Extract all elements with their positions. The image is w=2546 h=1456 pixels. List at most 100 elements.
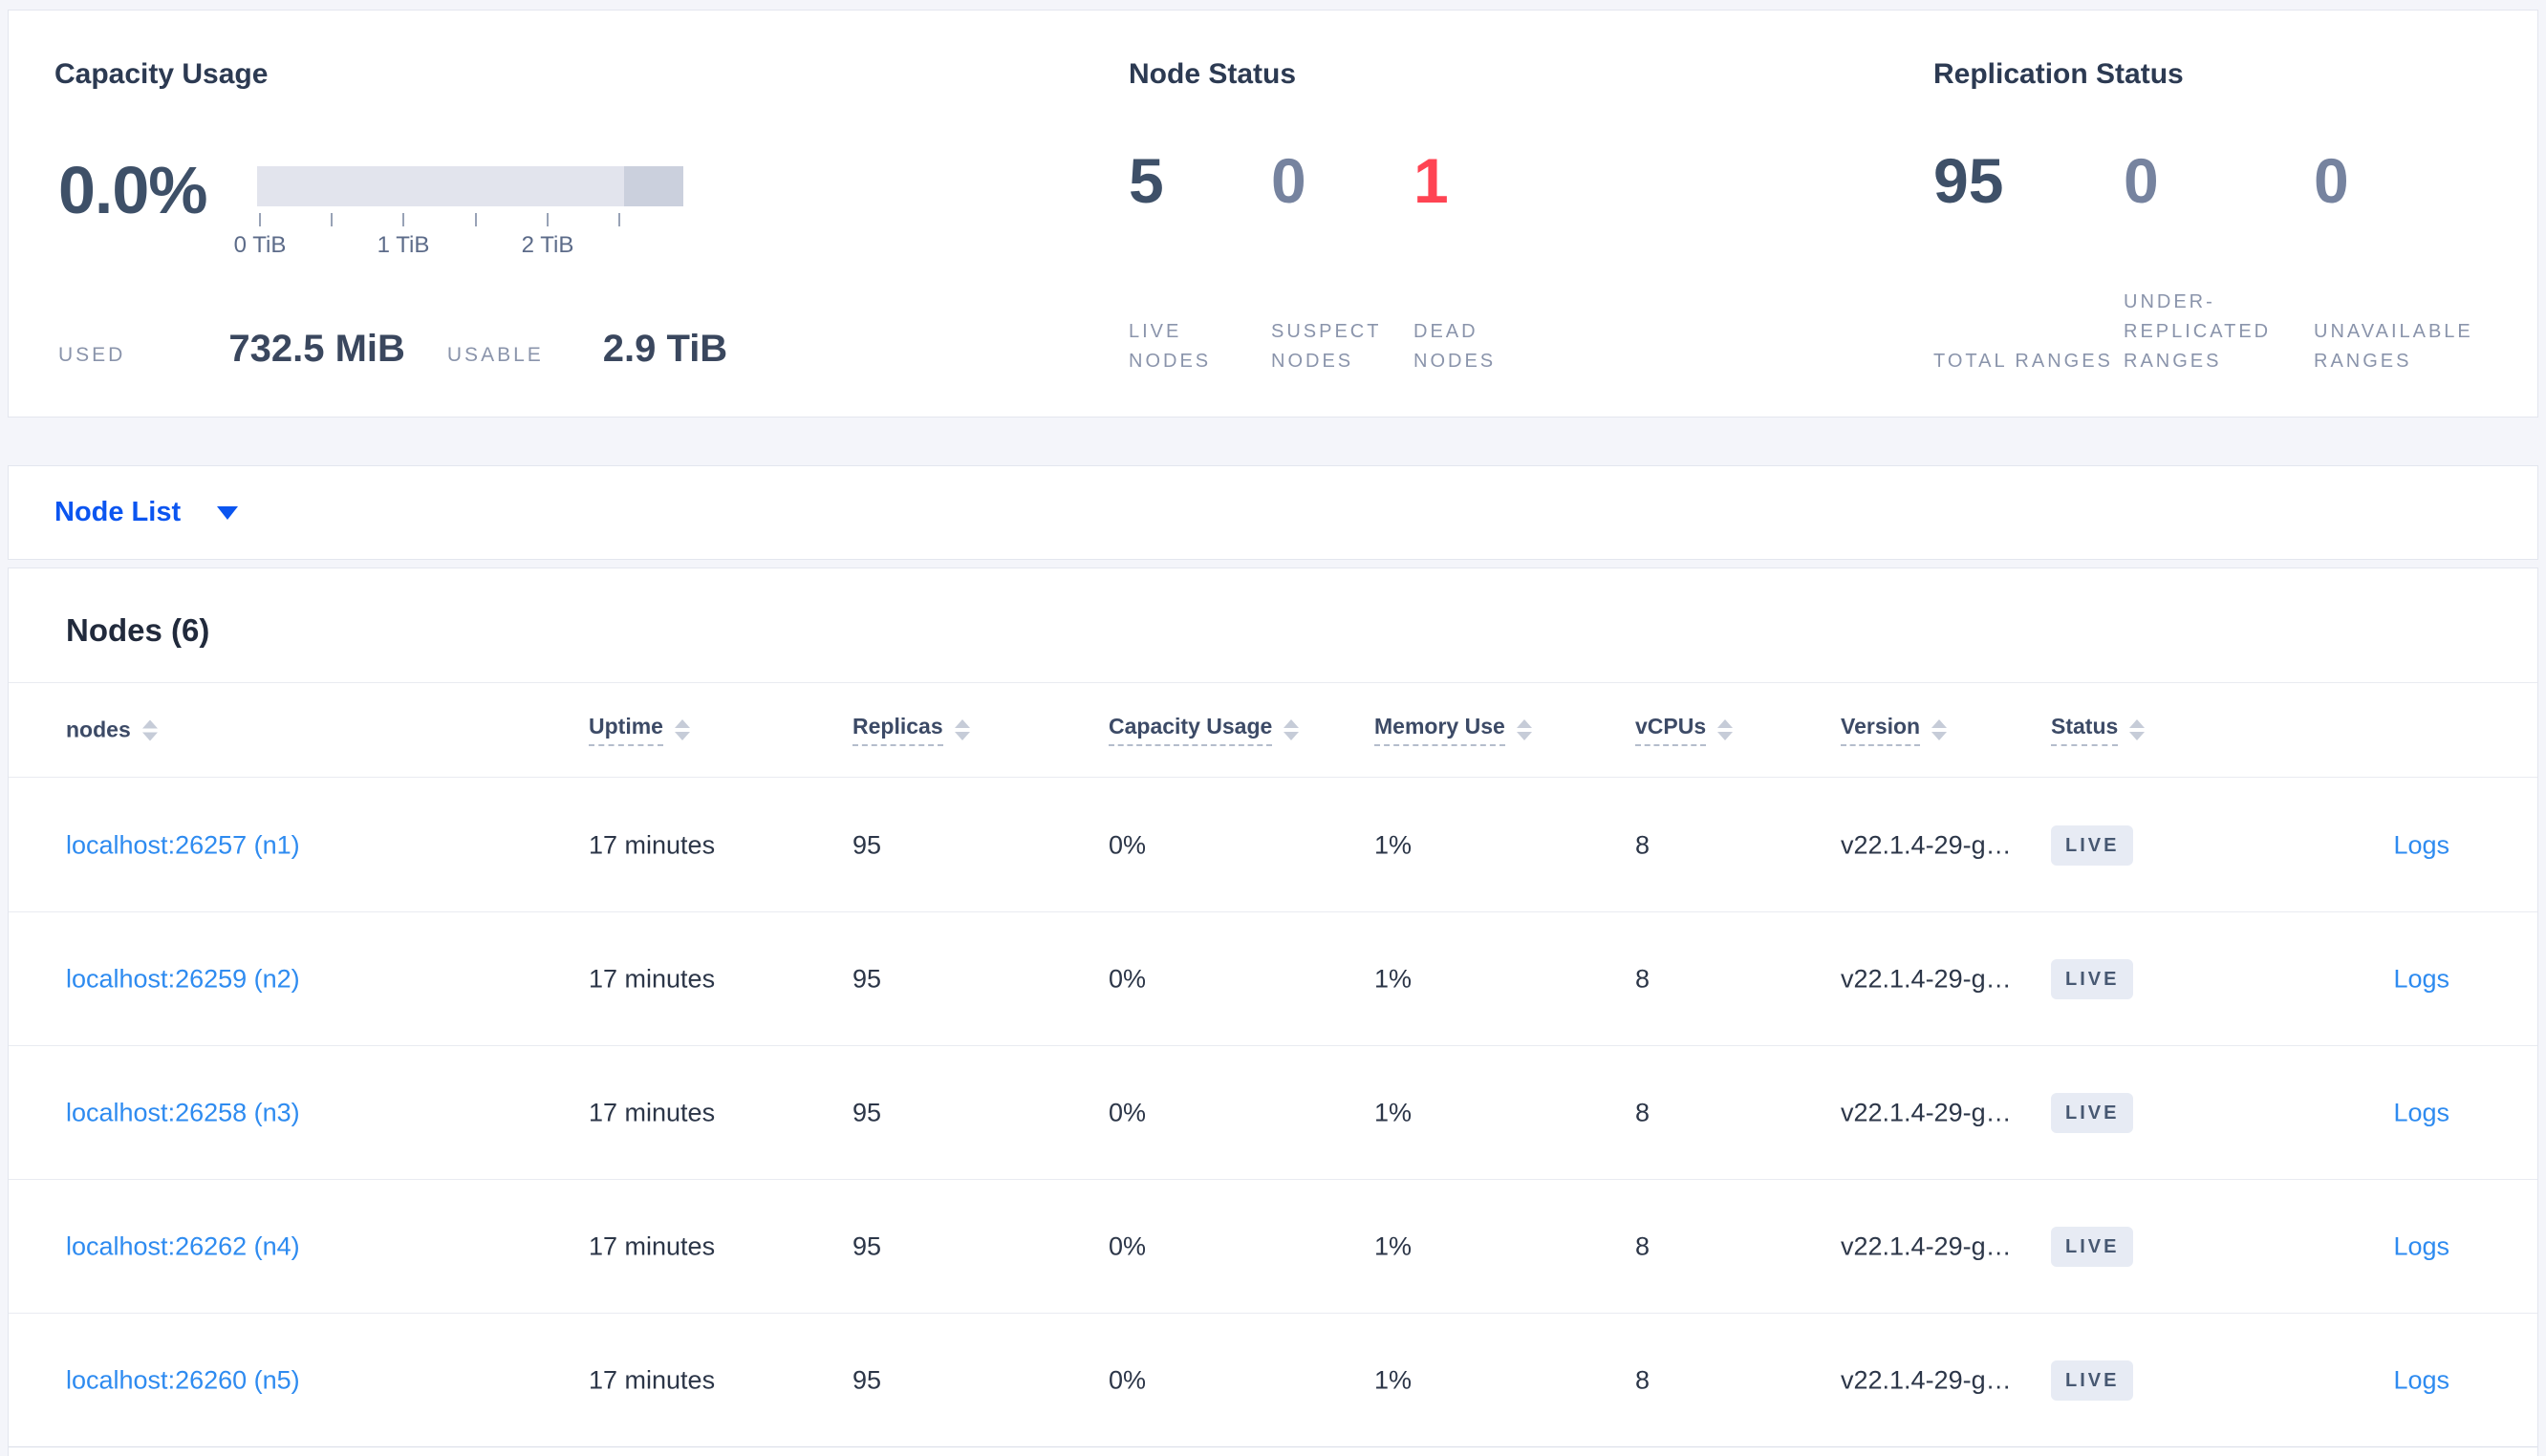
dead-nodes-label: DEAD NODES <box>1413 321 1497 372</box>
axis-tick <box>331 213 333 226</box>
axis-tick <box>618 213 620 226</box>
column-header-label: Status <box>2051 714 2119 746</box>
nodes-section-title: Nodes (6) <box>66 612 210 648</box>
capacity-percent: 0.0% <box>58 153 208 227</box>
under-replicated-count: 0 <box>2124 145 2159 216</box>
logs-link[interactable]: Logs <box>2393 1365 2449 1395</box>
total-ranges-count: 95 <box>1933 145 2004 216</box>
version-cell: v22.1.4-29-g… <box>1841 830 2012 859</box>
node-link[interactable]: localhost:26258 (n3) <box>66 1098 300 1127</box>
sort-icon[interactable] <box>1717 719 1734 740</box>
replicas-cell: 95 <box>852 1365 882 1394</box>
node-link[interactable]: localhost:26259 (n2) <box>66 964 300 994</box>
sort-icon[interactable] <box>1284 719 1300 740</box>
column-header-label: Replicas <box>852 714 943 746</box>
status-cell: LIVE <box>2051 1092 2134 1133</box>
column-header-vcpus[interactable]: vCPUs <box>1635 714 1734 746</box>
axis-tick-label: 0 TiB <box>233 232 287 258</box>
axis-tick-label: 1 TiB <box>377 232 430 258</box>
sort-icon[interactable] <box>1931 719 1948 740</box>
total-ranges-label: TOTAL RANGES <box>1933 351 2113 372</box>
node-link[interactable]: localhost:26262 (n4) <box>66 1231 300 1261</box>
column-header-replicas[interactable]: Replicas <box>852 714 970 746</box>
sort-icon[interactable] <box>954 719 970 740</box>
sort-icon[interactable] <box>2129 719 2146 740</box>
table-row: localhost:26258 (n3) 17 minutes 95 0% 1%… <box>9 1046 2537 1180</box>
status-badge: LIVE <box>2051 958 2134 999</box>
status-badge: LIVE <box>2051 1360 2134 1401</box>
under-replicated-stat: 0 UNDER-REPLICATED RANGES <box>2124 149 2314 376</box>
memory-cell: 1% <box>1374 1365 1413 1394</box>
node-link[interactable]: localhost:26257 (n1) <box>66 830 300 860</box>
memory-cell: 1% <box>1374 1098 1413 1126</box>
table-row: localhost:26262 (n4) 17 minutes 95 0% 1%… <box>9 1180 2537 1314</box>
unavailable-ranges-label: UNAVAILABLE RANGES <box>2314 321 2473 372</box>
used-value: 732.5 MiB <box>228 328 405 370</box>
capacity-usage-section: Capacity Usage 0.0% 0 TiB 1 TiB 2 TiB US… <box>54 11 1106 417</box>
version-cell: v22.1.4-29-g… <box>1841 1231 2012 1260</box>
uptime-cell: 17 minutes <box>589 830 716 859</box>
usable-label: USABLE <box>446 344 544 366</box>
status-badge: LIVE <box>2051 1092 2134 1133</box>
live-nodes-label: LIVE NODES <box>1129 321 1212 372</box>
column-header-memory-use[interactable]: Memory Use <box>1374 714 1532 746</box>
node-link[interactable]: localhost:26260 (n5) <box>66 1365 300 1395</box>
logs-link[interactable]: Logs <box>2393 964 2449 994</box>
uptime-cell: 17 minutes <box>589 1365 716 1394</box>
node-list-dropdown[interactable]: Node List <box>54 497 239 528</box>
view-selector-bar: Node List <box>8 465 2538 560</box>
column-header-version[interactable]: Version <box>1841 714 1948 746</box>
sort-icon[interactable] <box>1516 719 1532 740</box>
axis-tick <box>402 213 404 226</box>
live-nodes-count: 5 <box>1129 145 1164 216</box>
column-header-label: Uptime <box>589 714 663 746</box>
replication-status-section: Replication Status 95 TOTAL RANGES 0 UND… <box>1933 11 2545 417</box>
column-header-label: Version <box>1841 714 1921 746</box>
column-header-uptime[interactable]: Uptime <box>589 714 690 746</box>
dead-nodes-stat: 1 DEAD NODES <box>1413 149 1556 376</box>
status-cell: LIVE <box>2051 1360 2134 1401</box>
axis-tick <box>259 213 261 226</box>
memory-cell: 1% <box>1374 964 1413 993</box>
total-ranges-stat: 95 TOTAL RANGES <box>1933 149 2124 376</box>
version-cell: v22.1.4-29-g… <box>1841 1365 2012 1394</box>
version-cell: v22.1.4-29-g… <box>1841 964 2012 993</box>
unavailable-ranges-stat: 0 UNAVAILABLE RANGES <box>2314 149 2504 376</box>
replicas-cell: 95 <box>852 1098 882 1126</box>
logs-link[interactable]: Logs <box>2393 1231 2449 1261</box>
suspect-nodes-count: 0 <box>1271 145 1306 216</box>
suspect-nodes-stat: 0 SUSPECT NODES <box>1271 149 1413 376</box>
nodes-table-card: Nodes (6) nodes Uptime Replicas Capacity… <box>8 567 2538 1456</box>
replicas-cell: 95 <box>852 964 882 993</box>
vcpus-cell: 8 <box>1635 830 1651 859</box>
logs-link[interactable]: Logs <box>2393 1098 2449 1127</box>
axis-tick-label: 2 TiB <box>521 232 574 258</box>
uptime-cell: 17 minutes <box>589 1098 716 1126</box>
sort-icon[interactable] <box>141 719 158 740</box>
column-header-status[interactable]: Status <box>2051 714 2146 746</box>
memory-cell: 1% <box>1374 1231 1413 1260</box>
table-row: localhost:26260 (n5) 17 minutes 95 0% 1%… <box>9 1314 2537 1447</box>
dead-nodes-count: 1 <box>1413 145 1449 216</box>
axis-tick <box>475 213 477 226</box>
capacity-cell: 0% <box>1109 830 1147 859</box>
live-nodes-stat: 5 LIVE NODES <box>1129 149 1271 376</box>
suspect-nodes-label: SUSPECT NODES <box>1271 321 1382 372</box>
capacity-usage-title: Capacity Usage <box>54 58 269 90</box>
replicas-cell: 95 <box>852 830 882 859</box>
status-cell: LIVE <box>2051 824 2134 866</box>
status-badge: LIVE <box>2051 824 2134 866</box>
column-header-capacity-usage[interactable]: Capacity Usage <box>1109 714 1300 746</box>
logs-link[interactable]: Logs <box>2393 830 2449 860</box>
under-replicated-label: UNDER-REPLICATED RANGES <box>2124 291 2272 372</box>
status-badge: LIVE <box>2051 1226 2134 1267</box>
replicas-cell: 95 <box>852 1231 882 1260</box>
memory-cell: 1% <box>1374 830 1413 859</box>
vcpus-cell: 8 <box>1635 1098 1651 1126</box>
unavailable-ranges-count: 0 <box>2314 145 2349 216</box>
column-header-nodes[interactable]: nodes <box>66 717 158 743</box>
sort-icon[interactable] <box>674 719 690 740</box>
column-header-label: vCPUs <box>1635 714 1707 746</box>
node-status-section: Node Status 5 LIVE NODES 0 SUSPECT NODES… <box>1129 11 1855 417</box>
vcpus-cell: 8 <box>1635 1231 1651 1260</box>
